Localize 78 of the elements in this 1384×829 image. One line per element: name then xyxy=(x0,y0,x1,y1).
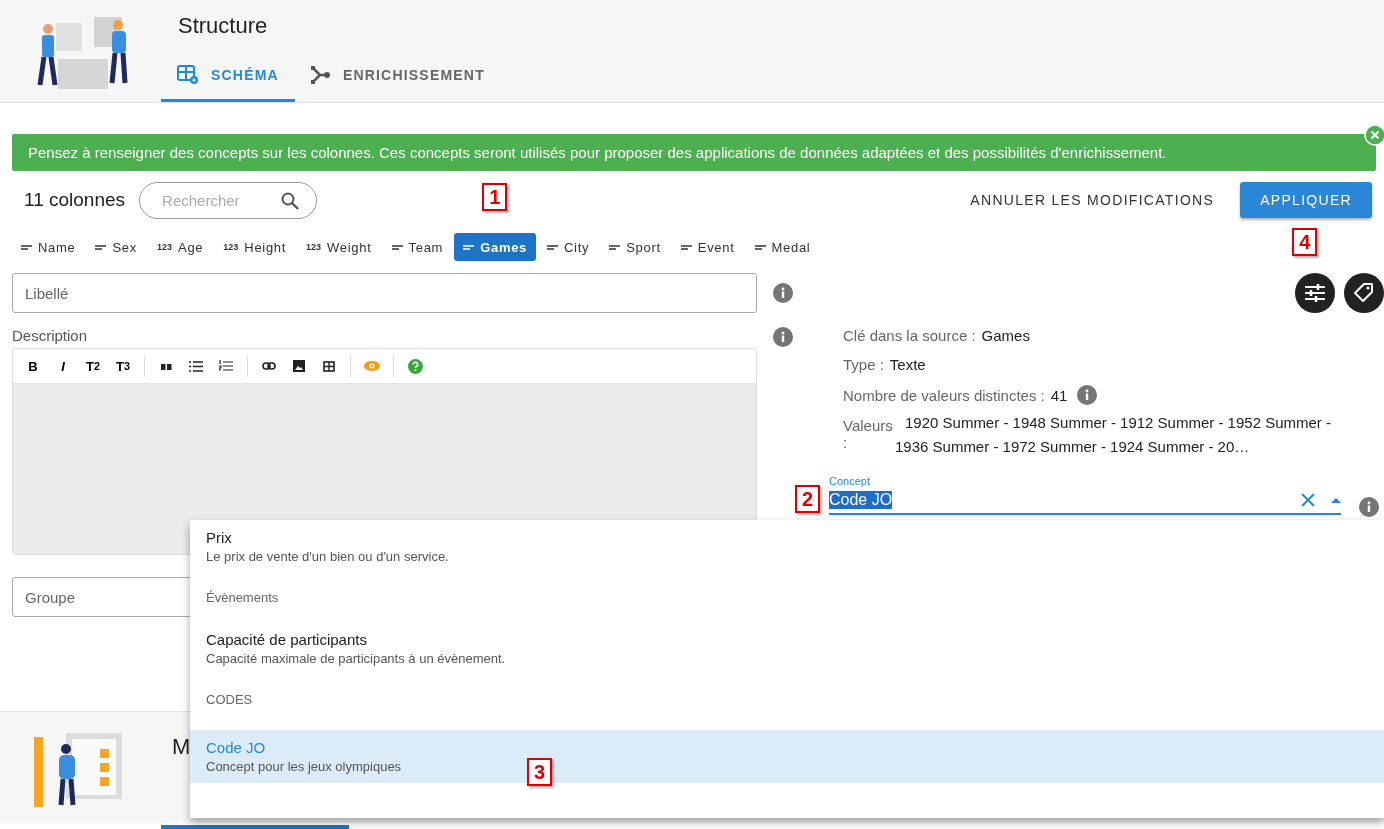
text-type-icon xyxy=(754,244,766,250)
column-chip[interactable]: Sex xyxy=(86,233,146,261)
clear-icon[interactable] xyxy=(1301,493,1315,507)
option-title: Capacité de participants xyxy=(206,631,367,648)
cancel-changes-button[interactable]: ANNULER LES MODIFICATIONS xyxy=(964,191,1221,209)
number-type-label: 123 xyxy=(157,242,173,252)
text-type-icon xyxy=(680,244,692,250)
concept-option[interactable]: Capacité de participants Capacité maximale de participants à un évènement. xyxy=(190,622,1384,675)
source-key-value: Games xyxy=(981,327,1030,344)
info-icon[interactable] xyxy=(773,327,793,347)
column-chip[interactable]: Sport xyxy=(600,233,670,261)
caret-icon[interactable] xyxy=(1331,497,1341,503)
source-key-text: Clé dans la source : xyxy=(843,327,976,344)
text-type-icon xyxy=(391,244,403,250)
step-number-label: 2 xyxy=(795,485,821,513)
step-number-label: 1 xyxy=(482,183,508,211)
format-button[interactable]: I xyxy=(49,353,77,379)
page-title: Structure xyxy=(178,13,269,39)
column-chip[interactable]: 123 Age xyxy=(148,233,213,261)
column-chip[interactable]: Team xyxy=(382,233,453,261)
info-icon[interactable] xyxy=(1077,385,1098,405)
apply-button[interactable]: APPLIQUER xyxy=(1240,182,1372,218)
values-text: Valeurs : xyxy=(843,417,894,453)
column-chip[interactable]: 123 Weight xyxy=(297,233,381,261)
sliders-icon xyxy=(1305,284,1325,302)
column-chip[interactable]: Event xyxy=(671,233,744,261)
type-value: Texte xyxy=(889,356,926,373)
image-icon xyxy=(293,360,305,372)
group-header: CODES xyxy=(205,691,254,709)
column-chip[interactable]: 123 Height xyxy=(214,233,296,261)
link-icon xyxy=(262,362,276,370)
option-description: Le prix de vente d'un bien ou d'un service. xyxy=(206,549,449,564)
step-number-label: 4 xyxy=(1292,228,1318,256)
text-type-icon xyxy=(21,244,32,250)
numbered-list-icon xyxy=(219,360,233,372)
search-icon xyxy=(281,191,300,210)
description-label: Description xyxy=(12,327,89,344)
section-title: M xyxy=(172,734,191,761)
number-type-label: 123 xyxy=(306,242,322,252)
quote-icon xyxy=(160,362,172,370)
table-gear-icon xyxy=(177,65,199,85)
tag-button[interactable] xyxy=(1344,273,1384,313)
column-chip[interactable]: Games xyxy=(454,233,536,261)
table-icon xyxy=(323,360,335,372)
eye-icon xyxy=(364,361,380,371)
column-chip[interactable]: Name xyxy=(12,233,85,261)
search-field[interactable]: Rechercher xyxy=(139,181,318,219)
step-number-label: 3 xyxy=(527,758,553,786)
tab[interactable]: ENRICHISSEMENT xyxy=(294,65,501,102)
concept-option[interactable]: Prix Le prix de vente d'un bien ou d'un service. xyxy=(190,520,1384,573)
text-type-icon xyxy=(463,244,475,250)
text-type-icon xyxy=(95,244,107,250)
label-field[interactable]: Libellé xyxy=(12,273,757,313)
distinct-values-count: 41 xyxy=(1050,386,1068,404)
info-icon[interactable] xyxy=(773,283,793,303)
help-icon xyxy=(407,358,423,374)
info-icon[interactable] xyxy=(1359,497,1379,517)
column-count: 11 colonnes xyxy=(24,189,126,211)
option-title: Code JO xyxy=(206,739,266,756)
option-description: Capacité maximale de participants à un évènement. xyxy=(206,651,506,666)
text-type-icon xyxy=(547,244,558,250)
bullet-list-icon xyxy=(189,360,203,372)
format-button[interactable]: B xyxy=(19,353,47,379)
number-type-label: 123 xyxy=(223,242,239,252)
tag-icon xyxy=(1354,283,1374,303)
option-description: Concept pour les jeux olympiques xyxy=(206,759,402,774)
close-icon[interactable] xyxy=(1364,124,1384,146)
text-type-icon xyxy=(609,244,621,250)
column-chip[interactable]: Medal xyxy=(745,233,820,261)
column-chip[interactable]: City xyxy=(538,233,599,261)
option-title: Prix xyxy=(206,529,232,546)
distinct-values-text: Nombre de valeurs distinctes : xyxy=(843,386,1045,404)
type-text: Type : xyxy=(843,356,884,373)
settings-button[interactable] xyxy=(1295,273,1335,313)
concept-field[interactable]: Concept Code JO xyxy=(829,475,1341,515)
group-header: Évènements xyxy=(205,589,280,607)
branch-icon xyxy=(310,66,331,84)
values-list: 1920 Summer - 1948 Summer - 1912 Summer - 1952 Summer - 1936 Summer - 1972 Summer - 1924 Summer - 20… xyxy=(895,411,1365,459)
